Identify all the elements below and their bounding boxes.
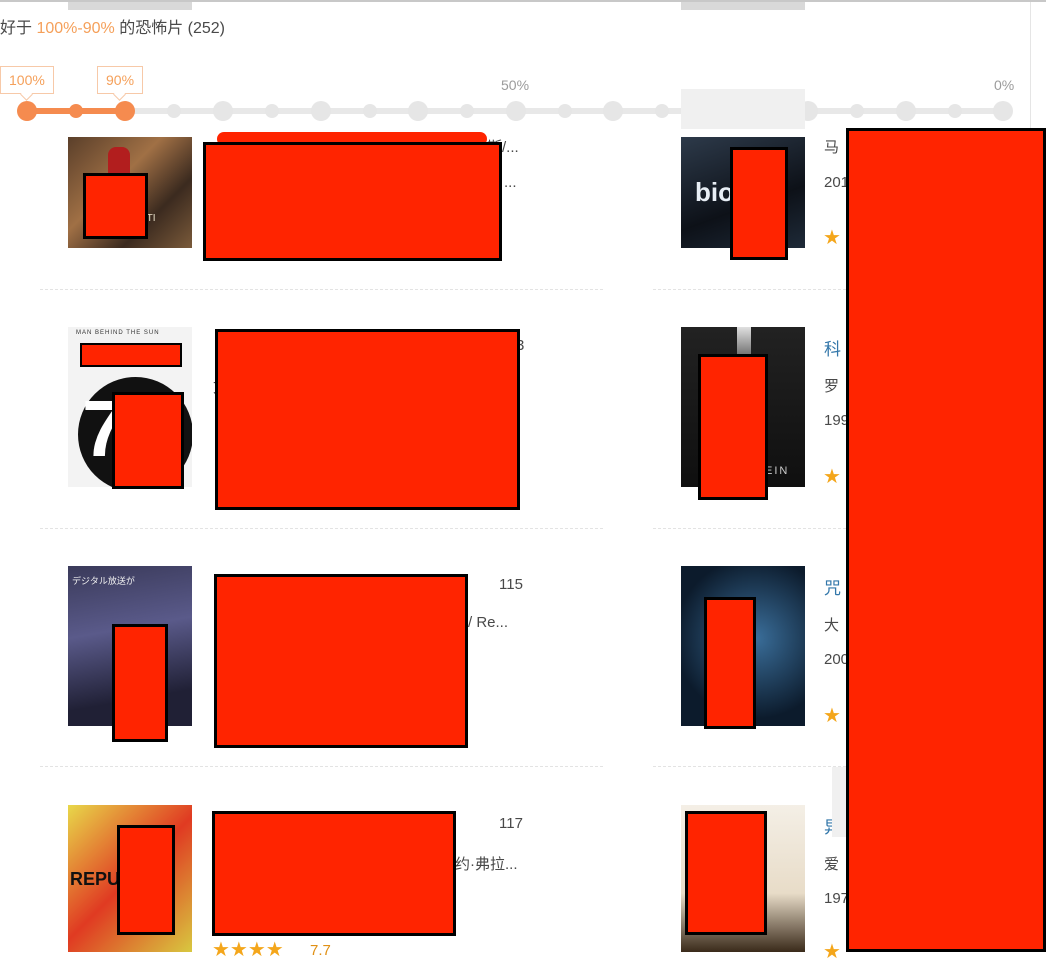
redaction-block [215, 329, 520, 510]
row-divider [40, 289, 603, 290]
headline-range: 100%-90% [36, 20, 115, 37]
slider-handle-90[interactable] [115, 101, 135, 121]
slider-stop[interactable] [460, 104, 474, 118]
list-item-fragment [681, 2, 805, 10]
movie-rating-fragment: 7.7 [310, 942, 331, 959]
row-divider [653, 528, 846, 529]
slider-stop[interactable] [408, 101, 428, 121]
slider-label-50: 50% [501, 77, 530, 93]
slider-stop[interactable] [850, 104, 864, 118]
slider-stop[interactable] [603, 101, 623, 121]
slider-stop-95[interactable] [69, 104, 83, 118]
redaction-block [846, 128, 1046, 952]
slider-stop[interactable] [948, 104, 962, 118]
star-icon: ★ [823, 227, 841, 249]
redaction-block [730, 147, 788, 260]
slider-stop[interactable] [311, 101, 331, 121]
star-icon: ★ [823, 466, 841, 488]
headline-suffix: 的恐怖片 (252) [119, 20, 226, 37]
slider-stop[interactable] [506, 101, 526, 121]
redaction-block [698, 354, 768, 500]
slider-stop[interactable] [363, 104, 377, 118]
star-icon: ★ [823, 941, 841, 963]
slider-label-0: 0% [994, 77, 1015, 93]
slider-tooltip-100-label: 100% [9, 72, 45, 88]
poster-text: デジタル放送が [72, 576, 135, 586]
movie-meta-fragment: 大 [824, 617, 840, 634]
list-item-fragment [68, 2, 192, 10]
slider-stop[interactable] [896, 101, 916, 121]
movie-count-fragment: 117 [499, 815, 523, 832]
movie-title-link[interactable]: 科 [824, 335, 841, 360]
redaction-block [212, 811, 456, 936]
poster-text: MAN BEHIND THE SUN [76, 330, 160, 336]
redaction-block [83, 173, 148, 239]
slider-handle-100[interactable] [17, 101, 37, 121]
row-divider [653, 289, 846, 290]
slider-stop[interactable] [167, 104, 181, 118]
page-scrollbar[interactable] [1030, 2, 1046, 128]
redaction-block [704, 597, 756, 729]
slider-stop-0[interactable] [993, 101, 1013, 121]
redaction-block [112, 624, 168, 742]
movie-meta-fragment: 罗 [824, 378, 840, 395]
redaction-block [203, 142, 502, 261]
row-divider [40, 766, 603, 767]
filter-headline: 好于 100%-90% 的恐怖片 (252) [0, 14, 225, 38]
movie-meta-fragment: ... [504, 174, 517, 191]
redaction-block [112, 392, 184, 489]
row-divider [653, 766, 846, 767]
star-icon: ★ [823, 705, 841, 727]
slider-stop[interactable] [655, 104, 669, 118]
slider-tooltip-90-label: 90% [106, 72, 135, 88]
movie-title-link[interactable]: 咒 [824, 574, 841, 599]
slider-tooltip-90: 90% [97, 66, 144, 94]
slider-stop[interactable] [558, 104, 572, 118]
redaction-block [80, 343, 182, 367]
row-divider [40, 528, 603, 529]
slider-stop[interactable] [213, 101, 233, 121]
poster-text: bio [695, 177, 734, 207]
headline-prefix: 好于 [0, 20, 33, 37]
poster-text: EIN [765, 465, 790, 477]
right-column-header-bg [681, 89, 805, 129]
movie-count-fragment: 115 [499, 576, 523, 593]
movie-meta-fragment: 爱 [824, 856, 840, 873]
redaction-block [214, 574, 468, 748]
redaction-block [685, 811, 767, 935]
slider-stop[interactable] [265, 104, 279, 118]
movie-meta-fragment: 约·弗拉... [455, 856, 518, 873]
redaction-block [117, 825, 175, 935]
star-icon: ★★★★ [212, 939, 284, 961]
slider-tooltip-100: 100% [0, 66, 54, 94]
movie-title-fragment[interactable]: 马 [824, 136, 839, 157]
movie-meta-fragment: / Re... [468, 614, 509, 631]
